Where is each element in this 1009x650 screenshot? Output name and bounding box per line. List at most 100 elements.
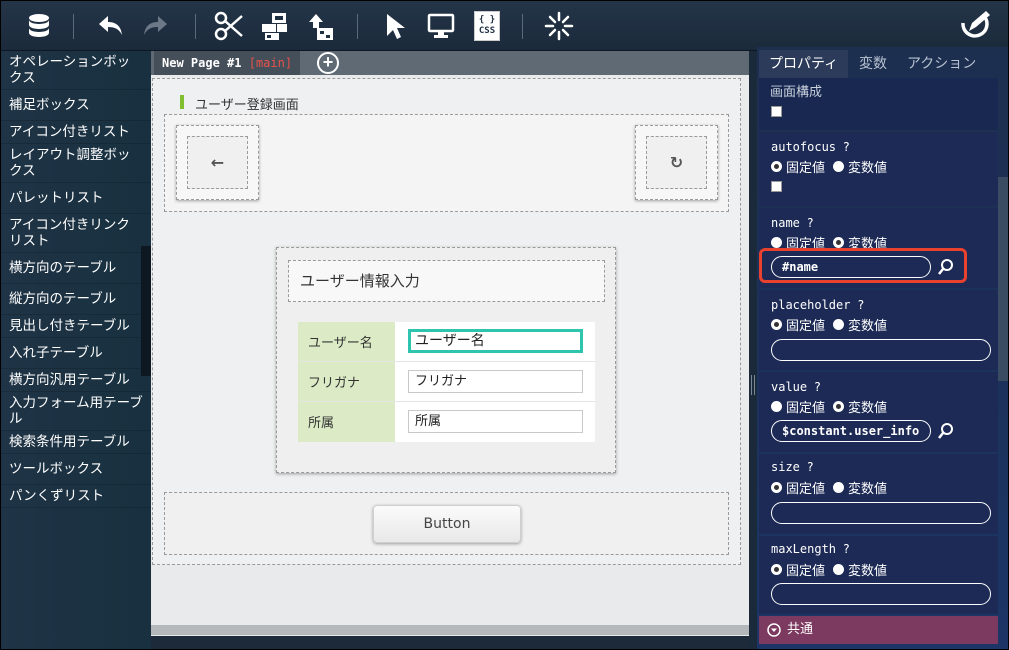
toolbar-separator [357, 14, 358, 39]
palette-item[interactable]: 検索条件用テーブル [1, 431, 151, 454]
radio-variable[interactable] [833, 401, 845, 412]
radio-variable[interactable] [833, 319, 845, 330]
cut-icon[interactable] [211, 9, 247, 43]
common-section-header[interactable]: 共通 [759, 616, 998, 644]
form-title[interactable]: ユーザー情報入力 [288, 260, 605, 302]
radio-variable[interactable] [833, 482, 845, 493]
radio-fixed[interactable] [771, 319, 782, 330]
autofocus-checkbox[interactable] [771, 181, 782, 192]
prop-name: name ? 固定値 変数値 #name [759, 208, 998, 288]
radio-fixed[interactable] [771, 237, 782, 248]
button-area[interactable]: Button [164, 492, 729, 555]
pointer-icon[interactable] [379, 9, 411, 43]
database-export-icon[interactable] [21, 9, 57, 43]
radio-variable-label: 変数値 [848, 482, 888, 497]
help-icon[interactable]: ? [858, 298, 864, 312]
tab-variables[interactable]: 変数 [849, 50, 897, 78]
property-scrollbar[interactable] [998, 177, 1008, 381]
palette-item[interactable]: 横方向のテーブル [1, 253, 151, 284]
palette-item[interactable]: アイコン付きリンクリスト [1, 214, 151, 253]
palette-item[interactable]: 縦方向のテーブル [1, 284, 151, 315]
page-title-marker [180, 95, 184, 109]
back-button-frame[interactable]: ← [176, 125, 259, 200]
row-label: 所属 [298, 402, 395, 442]
chevron-down-icon [767, 623, 781, 637]
palette-item[interactable]: アイコン付きリスト [1, 121, 151, 144]
form-box[interactable]: ユーザー情報入力 ユーザー名 ユーザー名 フリガナ フリガナ 所属 所属 [276, 247, 616, 473]
prop-name: maxLength [771, 542, 837, 556]
radio-fixed-label: 固定値 [786, 319, 826, 334]
search-icon[interactable] [937, 258, 955, 276]
palette-item[interactable]: パンくずリスト [1, 485, 151, 508]
radio-fixed-label: 固定値 [786, 564, 826, 579]
radio-fixed[interactable] [771, 161, 782, 172]
radio-fixed-label: 固定値 [786, 482, 826, 497]
prop-label: maxLength ? [771, 542, 850, 556]
edit-icon[interactable] [953, 9, 993, 43]
layout-icon[interactable] [257, 9, 293, 43]
radio-fixed[interactable] [771, 401, 782, 412]
toolbar-separator [522, 14, 523, 39]
canvas-button[interactable]: Button [373, 505, 521, 543]
palette-item[interactable]: 入れ子テーブル [1, 338, 151, 369]
palette-scrollbar[interactable] [141, 246, 151, 376]
radio-group: 固定値 変数値 [771, 478, 887, 497]
prop-name: size [771, 460, 800, 474]
palette-item[interactable]: ツールボックス [1, 454, 151, 485]
add-page-button[interactable]: + [317, 52, 339, 74]
help-icon[interactable]: ? [807, 216, 813, 230]
affiliation-input[interactable]: 所属 [408, 410, 583, 433]
furigana-input[interactable]: フリガナ [408, 370, 583, 393]
radio-group: 固定値 変数値 [771, 315, 887, 334]
component-palette: オペレーションボックス 補足ボックス アイコン付きリスト レイアウト調整ボックス… [1, 51, 151, 649]
header-area[interactable]: ← ↻ [164, 114, 729, 212]
search-icon[interactable] [937, 422, 955, 440]
help-icon[interactable]: ? [814, 380, 820, 394]
radio-fixed[interactable] [771, 482, 782, 493]
value-input[interactable]: $constant.user_info [771, 420, 931, 442]
palette-item[interactable]: 横方向汎用テーブル [1, 369, 151, 392]
sparkle-icon[interactable] [541, 9, 577, 43]
redo-icon[interactable] [137, 9, 173, 43]
reload-button-frame[interactable]: ↻ [635, 125, 718, 200]
css-icon-label: CSS [478, 26, 496, 36]
page-tab-branch: [main] [248, 56, 293, 70]
palette-item[interactable]: レイアウト調整ボックス [1, 144, 151, 183]
palette-item[interactable]: 見出し付きテーブル [1, 315, 151, 338]
radio-variable-label: 変数値 [848, 319, 888, 334]
name-input[interactable]: #name [771, 256, 931, 278]
publish-icon[interactable] [303, 9, 339, 43]
table-row: ユーザー名 ユーザー名 [298, 322, 595, 362]
help-icon[interactable]: ? [843, 140, 849, 154]
reload-icon[interactable]: ↻ [646, 136, 707, 189]
back-icon[interactable]: ← [187, 136, 248, 189]
username-input[interactable]: ユーザー名 [408, 329, 583, 353]
monitor-preview-icon[interactable] [423, 9, 459, 43]
tab-actions[interactable]: アクション [897, 50, 986, 78]
radio-group: 固定値 変数値 [771, 397, 887, 416]
canvas-scrollbar[interactable] [151, 625, 749, 635]
size-input[interactable] [771, 502, 991, 524]
undo-icon[interactable] [93, 9, 129, 43]
placeholder-input[interactable] [771, 339, 991, 361]
radio-variable[interactable] [833, 564, 845, 575]
tab-properties[interactable]: プロパティ [759, 50, 849, 78]
toolbar-separator [195, 14, 196, 39]
radio-variable-label: 変数値 [848, 401, 888, 416]
help-icon[interactable]: ? [807, 460, 813, 474]
css-icon[interactable]: { } CSS [469, 9, 505, 43]
radio-variable[interactable] [833, 161, 845, 172]
section-checkbox[interactable] [771, 106, 782, 117]
tab-new-page[interactable]: New Page #1 [main] [154, 51, 301, 75]
panel-splitter[interactable] [749, 51, 757, 649]
palette-item[interactable]: 補足ボックス [1, 90, 151, 121]
maxlength-input[interactable] [771, 583, 991, 605]
palette-item[interactable]: 入力フォーム用テーブル [1, 392, 151, 431]
help-icon[interactable]: ? [843, 542, 849, 556]
page-frame[interactable]: ユーザー登録画面 ← ↻ ユーザー情報入力 ユーザー名 ユーザー名 フリガナ フ… [152, 78, 741, 565]
radio-fixed[interactable] [771, 564, 782, 575]
radio-variable[interactable] [833, 237, 845, 248]
palette-item[interactable]: オペレーションボックス [1, 51, 151, 90]
prop-placeholder: placeholder ? 固定値 変数値 [759, 290, 998, 370]
palette-item[interactable]: パレットリスト [1, 183, 151, 214]
